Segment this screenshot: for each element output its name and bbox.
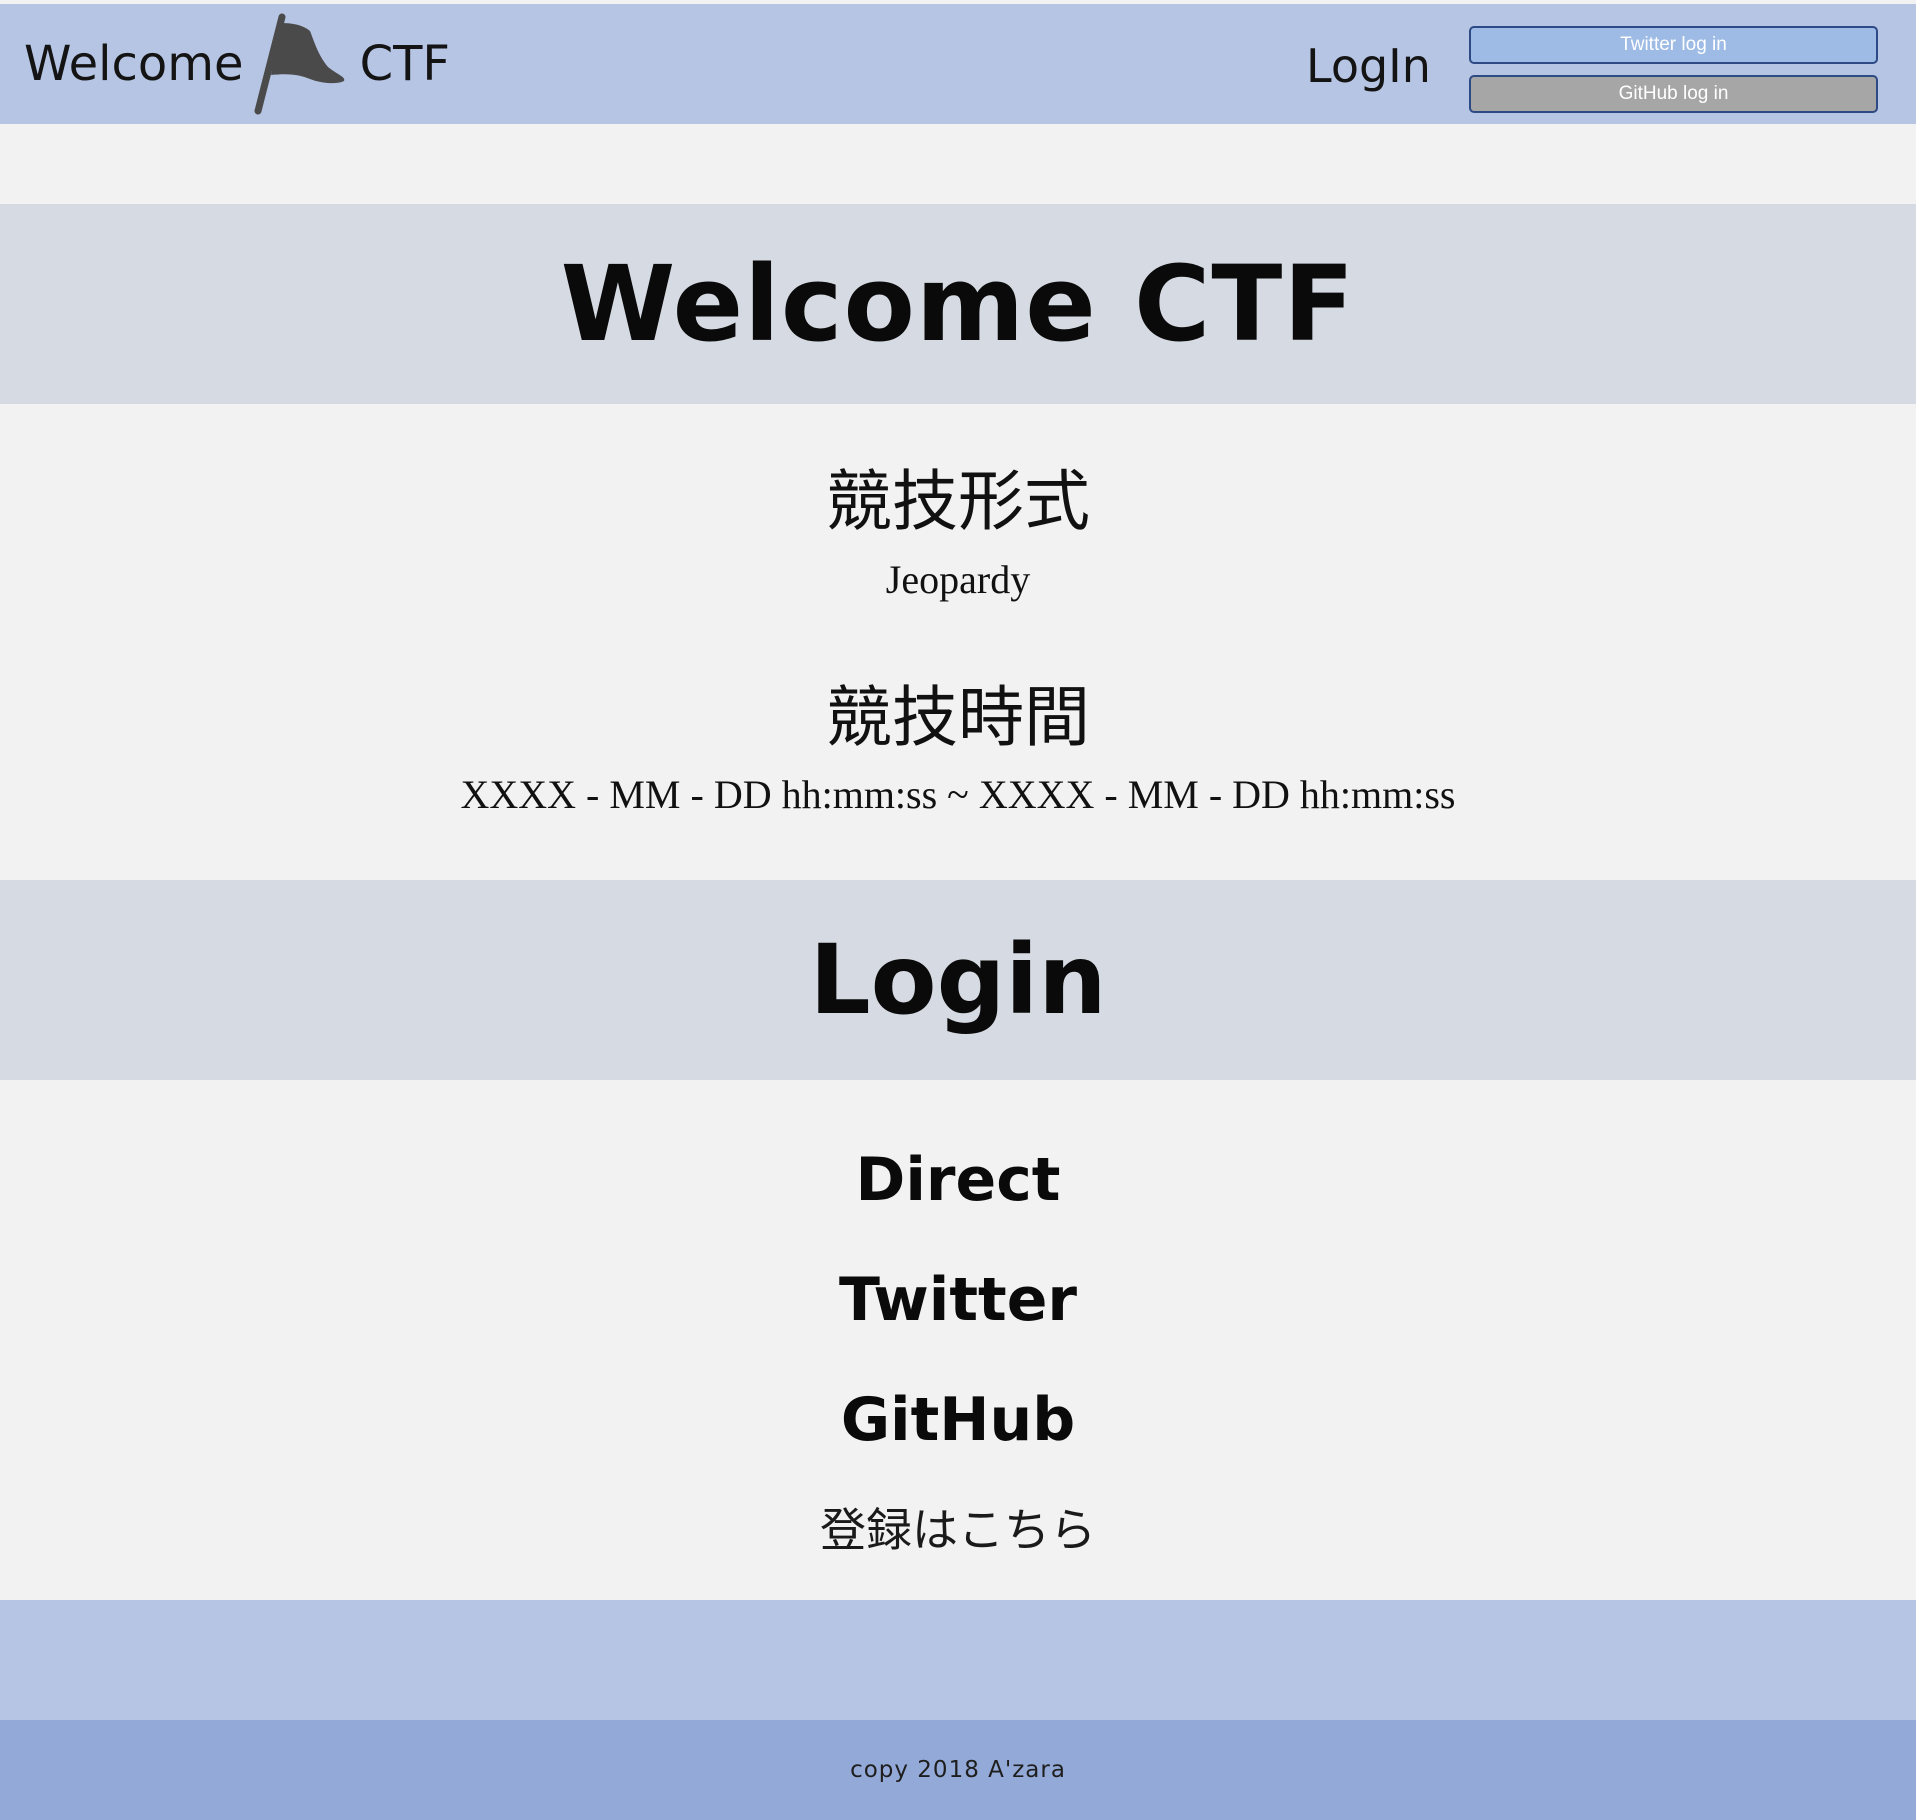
twitter-login-link[interactable]: Twitter [0,1265,1916,1335]
footer-copyright-bar: copy 2018 A'zara [0,1720,1916,1820]
copyright-text: copy 2018 A'zara [850,1757,1066,1783]
hero-title: Welcome CTF [560,243,1356,365]
register-link[interactable]: 登録はこちら [0,1494,1916,1560]
login-banner: Login [0,880,1916,1080]
brand-logo[interactable]: Welcome CTF [24,4,450,124]
brand-welcome-text: Welcome [24,36,244,92]
header-login-link[interactable]: LogIn [1306,4,1431,124]
github-login-button[interactable]: GitHub log in [1469,75,1878,113]
time-heading: 競技時間 [826,679,1090,756]
time-value: XXXX - MM - DD hh:mm:ss ~ XXXX - MM - DD… [460,772,1456,817]
twitter-login-button[interactable]: Twitter log in [1469,26,1878,64]
flag-icon [248,9,348,119]
login-title: Login [809,924,1107,1036]
format-heading: 競技形式 [826,463,1090,540]
direct-login-link[interactable]: Direct [0,1145,1916,1215]
footer-band [0,1600,1916,1720]
github-login-link[interactable]: GitHub [0,1385,1916,1455]
hero-banner: Welcome CTF [0,204,1916,404]
site-header: Welcome CTF LogIn Twitter log in GitHub … [0,4,1916,124]
format-value: Jeopardy [885,557,1031,602]
brand-ctf-text: CTF [359,36,451,92]
